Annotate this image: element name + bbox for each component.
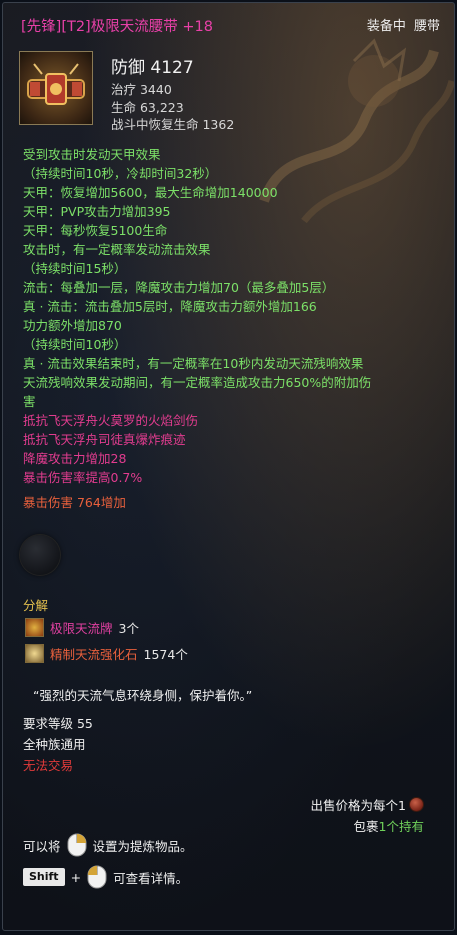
effect-line: 害 <box>23 394 36 409</box>
detail-hint: Shift + 可查看详情。 <box>23 865 188 889</box>
item-tooltip: [先锋][T2]极限天流腰带 +18 装备中 腰带 防御 4127 治疗 344… <box>2 2 455 931</box>
bonus-effect-line: 暴击伤害率提高0.7% <box>23 470 143 485</box>
equip-status: 装备中 腰带 <box>367 15 440 34</box>
flavor-text: “强烈的天流气息环绕身侧，保护着你。” <box>33 688 253 703</box>
trade-restriction: 无法交易 <box>23 758 74 773</box>
effect-line: 天甲：每秒恢复5100生命 <box>23 223 168 238</box>
bonus-effect-line: 抵抗飞天浮舟火莫罗的火焰剑伤 <box>23 413 199 428</box>
coin-icon <box>409 797 424 812</box>
item-name: [先锋][T2]极限天流腰带 +18 <box>21 19 213 35</box>
effect-line: 真 · 流击：流击叠加5层时，降魔攻击力额外增加166 <box>23 299 317 314</box>
material-name: 精制天流强化石 <box>50 646 138 662</box>
detail-hint-suffix: 可查看详情。 <box>113 870 189 886</box>
material-count: 1574个 <box>143 646 188 662</box>
bonus-effect-line: 降魔攻击力增加28 <box>23 451 127 466</box>
defense-stat: 防御 4127 <box>111 58 194 78</box>
combat-regen-stat: 战斗中恢复生命 1362 <box>111 117 235 132</box>
inventory-count: 包裹1个持有 <box>354 816 424 835</box>
effect-line: 真 · 流击效果结束时，有一定概率在10秒内发动天流残响效果 <box>23 356 364 371</box>
item-stats: 防御 4127 治疗 3440 生命 63,223 战斗中恢复生命 1362 <box>111 53 234 134</box>
hp-stat: 生命 63,223 <box>111 99 184 115</box>
extract-hint-prefix: 可以将 <box>23 838 61 854</box>
effect-line: 天甲：恢复增加5600，最大生命增加140000 <box>23 185 278 200</box>
empty-gem-slot[interactable] <box>20 535 60 575</box>
effect-line: （持续时间10秒） <box>23 337 127 352</box>
effect-line: 天流残响效果发动期间，有一定概率造成攻击力650%的附加伤 <box>23 375 372 390</box>
material-count: 3个 <box>118 620 139 636</box>
effect-line: 天甲：PVP攻击力增加395 <box>23 204 171 219</box>
heal-stat: 治疗 3440 <box>111 82 172 97</box>
mouse-right-click-icon <box>67 833 87 857</box>
mouse-left-click-icon <box>87 865 107 889</box>
effect-line: 流击：每叠加一层，降魔攻击力增加70（最多叠加5层） <box>23 280 335 295</box>
disassemble-title: 分解 <box>23 598 49 613</box>
extract-hint: 可以将 设置为提炼物品。 <box>23 833 193 857</box>
disassemble-material-row: 极限天流牌 3个 <box>25 617 139 637</box>
inventory-count-value: 1个持有 <box>378 819 424 834</box>
race-requirement: 全种族通用 <box>23 737 86 752</box>
sell-price: 出售价格为每个1 <box>311 795 424 814</box>
effect-line: 功力额外增加870 <box>23 318 122 333</box>
material-name: 极限天流牌 <box>50 620 113 636</box>
belt-item-icon <box>19 51 93 125</box>
effects-list: 受到攻击时发动天甲效果 （持续时间10秒，冷却时间32秒） 天甲：恢复增加560… <box>23 145 442 512</box>
bonus-effect-line: 抵抗飞天浮舟司徒真爆炸痕迹 <box>23 432 186 447</box>
extract-hint-suffix: 设置为提炼物品。 <box>92 838 193 854</box>
effect-line: （持续时间10秒，冷却时间32秒） <box>23 166 218 181</box>
inventory-prefix: 包裹 <box>353 819 379 834</box>
tooltip-header: [先锋][T2]极限天流腰带 +18 装备中 腰带 <box>21 15 440 39</box>
disassemble-material-row: 精制天流强化石 1574个 <box>25 643 188 663</box>
equip-slot-label: 腰带 <box>413 19 440 34</box>
effect-line: 受到攻击时发动天甲效果 <box>23 147 161 162</box>
sell-price-label: 出售价格为每个1 <box>310 798 406 813</box>
enhance-stone-icon <box>25 643 44 663</box>
effect-line: （持续时间15秒） <box>23 261 127 276</box>
level-requirement: 要求等级 55 <box>23 716 93 731</box>
plus-sign: + <box>70 869 82 885</box>
emblem-icon <box>25 617 44 637</box>
equip-status-label: 装备中 <box>366 19 406 34</box>
shift-key-icon: Shift <box>23 868 65 886</box>
effect-line: 攻击时，有一定概率发动流击效果 <box>23 242 211 257</box>
crit-damage-line: 暴击伤害 764增加 <box>23 495 126 510</box>
